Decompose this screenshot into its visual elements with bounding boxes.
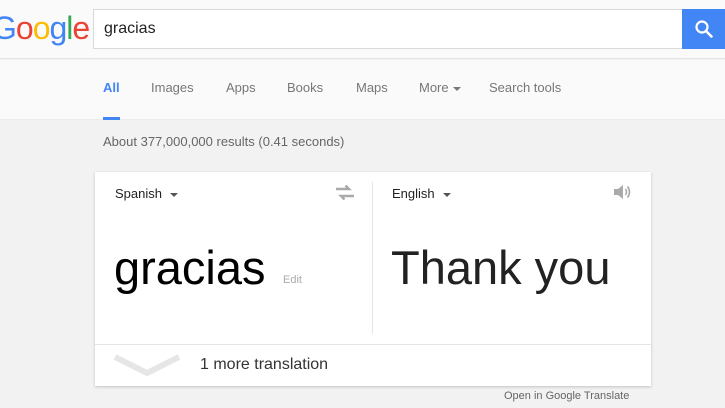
source-language-label: Spanish (115, 186, 162, 201)
caret-down-icon (452, 86, 461, 91)
tab-label: Search tools (489, 80, 562, 95)
logo-letter: o (32, 10, 51, 46)
search-icon (694, 20, 713, 38)
source-language-select[interactable]: Spanish (115, 186, 178, 201)
edit-link[interactable]: Edit (283, 274, 302, 286)
tab-images[interactable]: Images (151, 80, 194, 120)
header: Google (0, 0, 725, 59)
more-translations-toggle[interactable]: 1 more translation (95, 345, 651, 386)
target-language-select[interactable]: English (392, 186, 451, 201)
search-input[interactable] (94, 10, 682, 48)
tab-label: Books (287, 80, 324, 95)
tab-label: Maps (356, 80, 388, 95)
translate-card: Spanish English gracias Edit Thank you 1… (95, 172, 651, 386)
search-tabs: All Images Apps Books Maps More Search t… (0, 60, 725, 120)
logo-letter: o (15, 10, 34, 46)
tab-more[interactable]: More (419, 80, 461, 120)
tab-apps[interactable]: Apps (226, 80, 256, 120)
source-text[interactable]: gracias (114, 240, 266, 295)
tab-label: More (419, 80, 449, 95)
tab-label: Images (151, 80, 194, 95)
result-stats: About 377,000,000 results (0.41 seconds) (103, 134, 345, 149)
logo-letter: e (72, 10, 90, 46)
swap-languages-icon[interactable] (334, 184, 356, 202)
chevron-down-icon (113, 354, 181, 377)
google-logo[interactable]: Google (0, 10, 90, 47)
logo-letter: g (49, 10, 67, 46)
tab-maps[interactable]: Maps (356, 80, 388, 120)
target-language-label: English (392, 186, 435, 201)
tab-label: All (103, 80, 120, 95)
tab-books[interactable]: Books (287, 80, 323, 120)
more-translations-label: 1 more translation (200, 356, 329, 373)
tab-all[interactable]: All (103, 80, 120, 120)
open-in-translate-link[interactable]: Open in Google Translate (504, 390, 629, 402)
tab-search-tools[interactable]: Search tools (489, 80, 561, 120)
caret-down-icon (442, 192, 451, 197)
column-divider (372, 182, 373, 334)
speaker-icon[interactable] (612, 182, 632, 202)
tab-label: Apps (226, 80, 256, 95)
translated-text: Thank you (391, 241, 611, 294)
search-box (93, 9, 682, 49)
search-button[interactable] (682, 9, 725, 49)
logo-letter: G (0, 10, 17, 46)
caret-down-icon (169, 192, 178, 197)
